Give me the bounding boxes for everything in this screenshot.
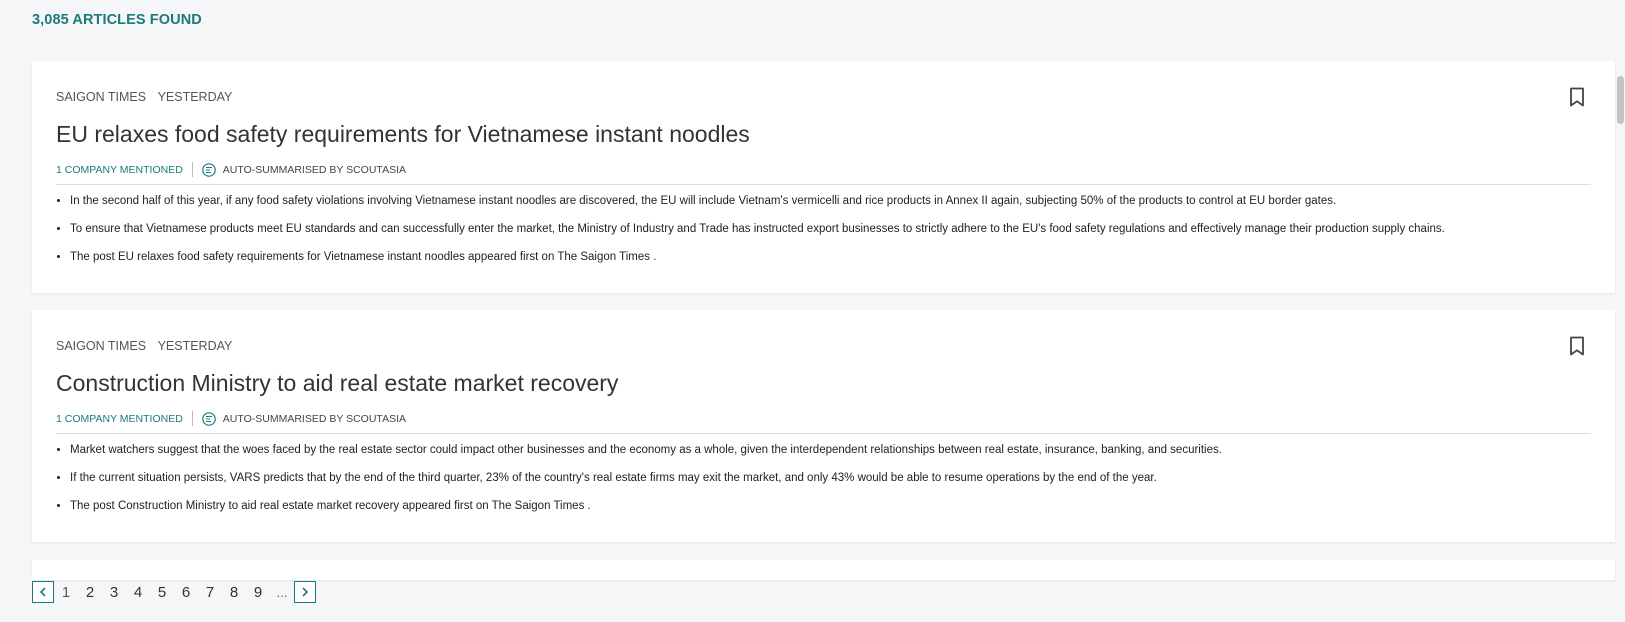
- article-date: YESTERDAY: [157, 339, 233, 353]
- article-source[interactable]: SAIGON TIMES: [56, 339, 146, 353]
- page-link-9[interactable]: 9: [246, 584, 270, 601]
- divider: [191, 162, 193, 177]
- pagination: 1 2 3 4 5 6 7 8 9 ...: [32, 580, 316, 604]
- scrollbar[interactable]: [1615, 0, 1625, 622]
- page-link-4[interactable]: 4: [126, 584, 150, 601]
- page-link-8[interactable]: 8: [222, 584, 246, 601]
- article-info-line: 1 COMPANY MENTIONED AUTO-SUMMARISED BY S…: [56, 162, 406, 177]
- article-date: YESTERDAY: [157, 90, 233, 104]
- article-card: [32, 560, 1615, 580]
- scrollbar-thumb[interactable]: [1617, 76, 1624, 124]
- article-meta: SAIGON TIMES YESTERDAY: [56, 339, 232, 353]
- summary-list: Market watchers suggest that the woes fa…: [56, 443, 1610, 527]
- auto-summary-label: AUTO-SUMMARISED BY SCOUTASIA: [222, 412, 406, 425]
- article-card: SAIGON TIMES YESTERDAY Construction Mini…: [32, 310, 1615, 542]
- summary-bullet: Market watchers suggest that the woes fa…: [70, 443, 1610, 457]
- results-count: 3,085 ARTICLES FOUND: [32, 12, 202, 28]
- article-title[interactable]: EU relaxes food safety requirements for …: [56, 121, 750, 148]
- chevron-right-icon[interactable]: [294, 581, 316, 603]
- article-meta: SAIGON TIMES YESTERDAY: [56, 90, 232, 104]
- auto-summary-icon: [201, 411, 216, 426]
- company-mentioned-link[interactable]: 1 COMPANY MENTIONED: [56, 164, 183, 176]
- summary-bullet: If the current situation persists, VARS …: [70, 471, 1610, 485]
- page-link-6[interactable]: 6: [174, 584, 198, 601]
- page-link-7[interactable]: 7: [198, 584, 222, 601]
- divider: [191, 411, 193, 426]
- page-link-1[interactable]: 1: [54, 584, 78, 601]
- summary-bullet: The post Construction Ministry to aid re…: [70, 499, 1610, 513]
- article-info-line: 1 COMPANY MENTIONED AUTO-SUMMARISED BY S…: [56, 411, 406, 426]
- page-link-3[interactable]: 3: [102, 584, 126, 601]
- auto-summary-icon: [201, 162, 216, 177]
- summary-list: In the second half of this year, if any …: [56, 194, 1610, 278]
- page-link-2[interactable]: 2: [78, 584, 102, 601]
- auto-summary-label: AUTO-SUMMARISED BY SCOUTASIA: [222, 163, 406, 176]
- pagination-ellipsis: ...: [276, 584, 288, 600]
- bookmark-icon[interactable]: [1569, 87, 1585, 107]
- page-link-5[interactable]: 5: [150, 584, 174, 601]
- divider: [56, 433, 1591, 434]
- summary-bullet: To ensure that Vietnamese products meet …: [70, 222, 1610, 236]
- article-title[interactable]: Construction Ministry to aid real estate…: [56, 370, 618, 397]
- company-mentioned-link[interactable]: 1 COMPANY MENTIONED: [56, 413, 183, 425]
- article-source[interactable]: SAIGON TIMES: [56, 90, 146, 104]
- summary-bullet: In the second half of this year, if any …: [70, 194, 1610, 208]
- article-card: SAIGON TIMES YESTERDAY EU relaxes food s…: [32, 61, 1615, 293]
- divider: [56, 184, 1591, 185]
- summary-bullet: The post EU relaxes food safety requirem…: [70, 250, 1610, 264]
- chevron-left-icon[interactable]: [32, 581, 54, 603]
- bookmark-icon[interactable]: [1569, 336, 1585, 356]
